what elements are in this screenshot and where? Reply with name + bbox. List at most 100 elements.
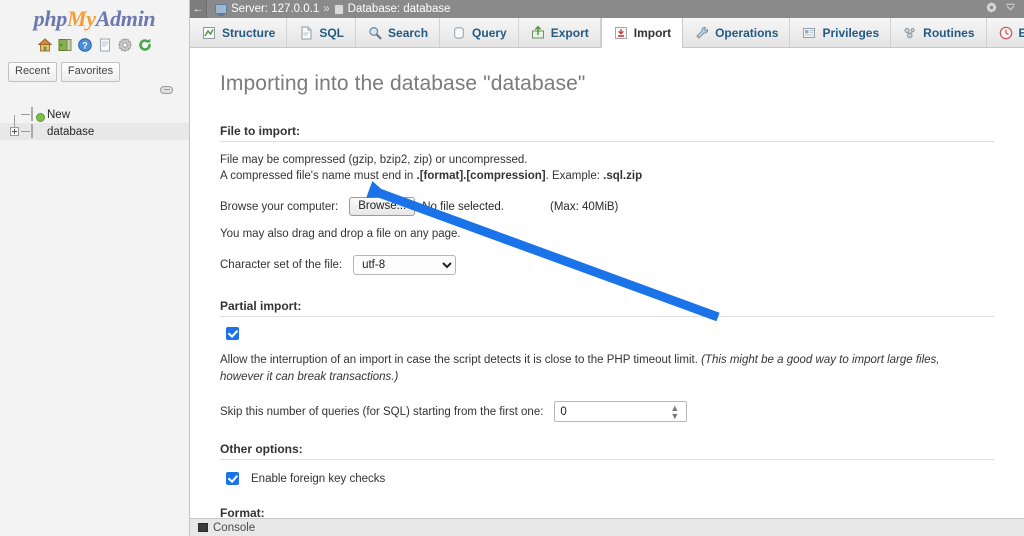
tab-structure[interactable]: Structure (190, 18, 287, 47)
browse-label: Browse your computer: (220, 201, 338, 213)
phpmyadmin-window: phpMyAdmin ? (0, 0, 1024, 536)
console-label: Console (213, 522, 255, 534)
tree-dash (21, 131, 30, 132)
tab-label: Search (388, 26, 428, 40)
divider (220, 459, 994, 460)
database-icon (334, 4, 344, 15)
tree-item-label: database (47, 126, 94, 138)
allow-interrupt-row (226, 327, 994, 343)
sql-icon (298, 25, 314, 41)
foreign-key-row: Enable foreign key checks (226, 472, 994, 485)
file-compression-note-2: A compressed file's name must end in .[f… (220, 168, 994, 184)
navigation-sidebar: phpMyAdmin ? (0, 0, 190, 536)
section-legend-partial: Partial import: (220, 299, 994, 313)
tab-label: Events (1019, 26, 1024, 40)
phpmyadmin-logo[interactable]: phpMyAdmin (0, 0, 189, 32)
tab-import[interactable]: Import (601, 18, 683, 48)
foreign-key-checkbox[interactable] (226, 472, 239, 485)
console-icon (198, 523, 208, 532)
charset-row: Character set of the file: utf-8 (220, 255, 994, 275)
tab-label: Privileges (822, 26, 879, 40)
tab-recent[interactable]: Recent (8, 62, 57, 82)
file-to-import-section: File to import: File may be compressed (… (220, 124, 994, 275)
breadcrumb-database[interactable]: Database: database (348, 3, 451, 15)
charset-label: Character set of the file: (220, 259, 342, 271)
logo-my: My (67, 6, 96, 31)
number-stepper-icon[interactable]: ▲▼ (670, 404, 679, 420)
import-icon (613, 25, 629, 41)
tab-favorites[interactable]: Favorites (61, 62, 120, 82)
console-bar[interactable]: Console (190, 518, 1024, 536)
tree-item-database[interactable]: database (0, 123, 189, 140)
tab-query[interactable]: Query (440, 18, 519, 47)
settings-icon[interactable] (117, 37, 133, 53)
browse-row: Browse your computer: Browse... No file … (220, 197, 994, 216)
search-icon (367, 25, 383, 41)
other-options-section: Other options: Enable foreign key checks (220, 442, 994, 485)
divider (220, 141, 994, 142)
tree-item-new[interactable]: New (0, 106, 189, 123)
breadcrumb-server[interactable]: Server: 127.0.0.1 (231, 3, 319, 15)
page-title: Importing into the database "database" (220, 72, 994, 96)
routines-icon (902, 25, 918, 41)
tab-export[interactable]: Export (519, 18, 601, 47)
home-icon[interactable] (37, 37, 53, 53)
partial-import-section: Partial import: Allow the interruption o… (220, 299, 994, 422)
tab-label: Query (472, 26, 507, 40)
reload-icon[interactable] (137, 37, 153, 53)
note2-prefix: A compressed file's name must end in (220, 170, 417, 182)
note2-mid: . Example: (546, 170, 604, 182)
divider (220, 316, 994, 317)
docs-icon[interactable] (97, 37, 113, 53)
tab-events[interactable]: Events (987, 18, 1024, 47)
topbar-actions (985, 1, 1024, 17)
tab-label: Import (634, 26, 671, 40)
collapse-panel-icon[interactable] (1004, 1, 1017, 17)
tab-label: Structure (222, 26, 275, 40)
tree-expand-toggle[interactable] (10, 127, 19, 136)
breadcrumb: Server: 127.0.0.1 » Database: database (215, 3, 451, 15)
logout-icon[interactable] (57, 37, 73, 53)
logo-admin: Admin (96, 6, 156, 31)
tab-routines[interactable]: Routines (891, 18, 986, 47)
allow-interrupt-text: Allow the interruption of an import in c… (220, 354, 698, 366)
foreign-key-label: Enable foreign key checks (251, 473, 385, 485)
query-icon (451, 25, 467, 41)
sidebar-icon-row: ? (0, 37, 189, 53)
main-tab-bar: Structure SQL Search Query Export (190, 18, 1024, 48)
tab-operations[interactable]: Operations (683, 18, 790, 47)
sidebar-pin-row (0, 82, 189, 100)
help-icon[interactable]: ? (77, 37, 93, 53)
browse-button[interactable]: Browse... (349, 197, 415, 216)
collapse-sidebar-button[interactable]: ← (190, 0, 207, 18)
tab-privileges[interactable]: Privileges (790, 18, 891, 47)
server-breadcrumb-bar: ← Server: 127.0.0.1 » Database: database (190, 0, 1024, 18)
note2-example-token: .sql.zip (603, 170, 642, 182)
note2-format-token: .[format].[compression] (417, 170, 546, 182)
tab-search[interactable]: Search (356, 18, 440, 47)
structure-icon (201, 25, 217, 41)
skip-queries-label: Skip this number of queries (for SQL) st… (220, 406, 543, 418)
database-tree: New database (0, 106, 189, 140)
skip-queries-row: Skip this number of queries (for SQL) st… (220, 401, 994, 422)
charset-select[interactable]: utf-8 (353, 255, 456, 275)
allow-interrupt-checkbox[interactable] (226, 327, 239, 340)
tab-sql[interactable]: SQL (287, 18, 356, 47)
breadcrumb-separator: » (323, 3, 329, 15)
pin-sidebar-icon[interactable] (160, 86, 173, 94)
selected-file-text: No file selected. (422, 201, 504, 213)
main-content: Importing into the database "database" F… (190, 48, 1024, 536)
max-upload-size-note: (Max: 40MiB) (550, 201, 618, 213)
privileges-icon (801, 25, 817, 41)
database-icon (31, 125, 43, 138)
operations-icon (694, 25, 710, 41)
skip-queries-input[interactable] (554, 401, 687, 422)
tab-label: Export (551, 26, 589, 40)
allow-interrupt-description: Allow the interruption of an import in c… (220, 352, 985, 386)
drag-drop-hint: You may also drag and drop a file on any… (220, 226, 994, 242)
tree-dash (21, 114, 30, 115)
svg-text:?: ? (82, 40, 88, 50)
export-icon (530, 25, 546, 41)
server-icon (215, 4, 227, 14)
gear-icon[interactable] (985, 1, 998, 17)
